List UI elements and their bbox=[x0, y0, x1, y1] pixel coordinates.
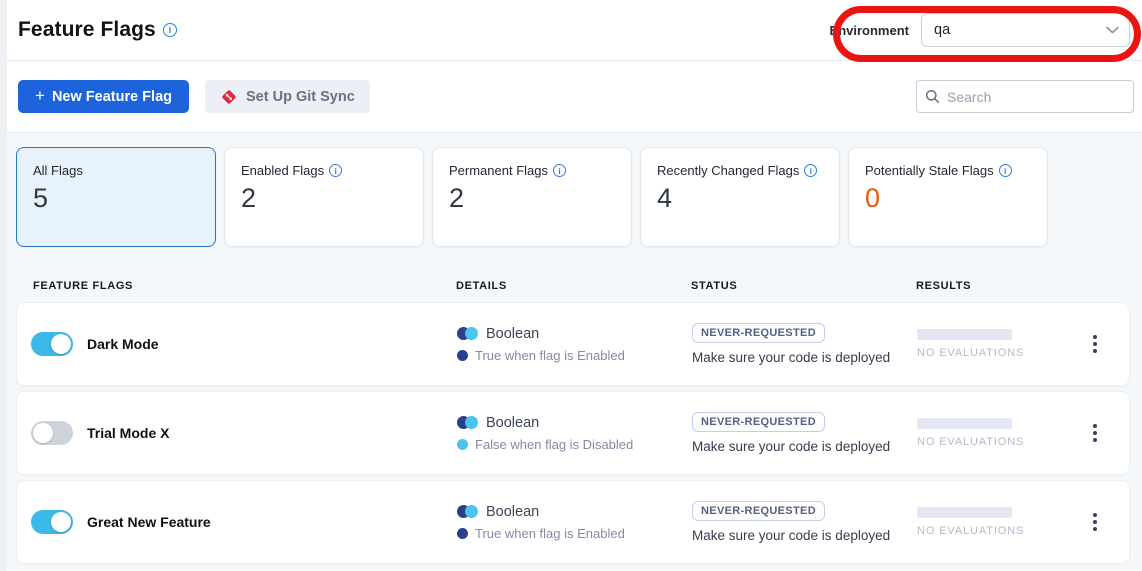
stats-cards-row: All Flags 5 Enabled Flags i 2 Permanent … bbox=[16, 147, 1130, 247]
git-icon bbox=[220, 88, 238, 106]
value-dot-icon bbox=[457, 528, 468, 539]
flag-name[interactable]: Dark Mode bbox=[87, 336, 159, 352]
table-header: FEATURE FLAGS DETAILS STATUS RESULTS bbox=[16, 271, 1130, 302]
chevron-down-icon bbox=[1106, 26, 1119, 34]
info-icon[interactable]: i bbox=[329, 164, 342, 177]
stat-value: 2 bbox=[449, 183, 615, 214]
stat-value: 4 bbox=[657, 183, 823, 214]
stat-label: All Flags bbox=[33, 163, 83, 178]
table-row: Great New Feature Boolean True when flag… bbox=[16, 480, 1130, 564]
stat-value: 2 bbox=[241, 183, 407, 214]
results-bar bbox=[917, 418, 1012, 429]
row-menu-kebab-icon[interactable] bbox=[1082, 418, 1108, 448]
info-icon[interactable]: i bbox=[553, 164, 566, 177]
table-row: Dark Mode Boolean True when flag is Enab… bbox=[16, 302, 1130, 386]
column-header-details: DETAILS bbox=[456, 280, 691, 292]
stat-value: 0 bbox=[865, 183, 1031, 214]
flag-type-label: Boolean bbox=[486, 415, 539, 431]
set-up-git-sync-button[interactable]: Set Up Git Sync bbox=[205, 80, 370, 113]
git-sync-label: Set Up Git Sync bbox=[246, 89, 355, 105]
flag-type-label: Boolean bbox=[486, 504, 539, 520]
stat-card-permanent-flags[interactable]: Permanent Flags i 2 bbox=[432, 147, 632, 247]
flag-toggle[interactable] bbox=[31, 510, 73, 534]
stat-label: Potentially Stale Flags bbox=[865, 163, 994, 178]
column-header-status: STATUS bbox=[691, 280, 916, 292]
stat-card-enabled-flags[interactable]: Enabled Flags i 2 bbox=[224, 147, 424, 247]
info-icon[interactable]: i bbox=[163, 23, 177, 37]
new-feature-flag-label: New Feature Flag bbox=[52, 89, 172, 105]
stat-card-potentially-stale-flags[interactable]: Potentially Stale Flags i 0 bbox=[848, 147, 1048, 247]
row-menu-kebab-icon[interactable] bbox=[1082, 507, 1108, 537]
left-edge-strip bbox=[0, 0, 7, 571]
stat-label: Enabled Flags bbox=[241, 163, 324, 178]
search-box[interactable] bbox=[916, 80, 1134, 113]
info-icon[interactable]: i bbox=[804, 164, 817, 177]
environment-label: Environment bbox=[830, 23, 909, 38]
status-badge: NEVER-REQUESTED bbox=[692, 412, 825, 432]
flag-type-label: Boolean bbox=[486, 326, 539, 342]
results-label: NO EVALUATIONS bbox=[917, 525, 1082, 537]
flag-name[interactable]: Trial Mode X bbox=[87, 425, 169, 441]
info-icon[interactable]: i bbox=[999, 164, 1012, 177]
table-row: Trial Mode X Boolean False when flag is … bbox=[16, 391, 1130, 475]
flag-detail-text: False when flag is Disabled bbox=[475, 437, 633, 452]
boolean-type-icon bbox=[457, 505, 478, 518]
boolean-type-icon bbox=[457, 327, 478, 340]
stat-card-recently-changed-flags[interactable]: Recently Changed Flags i 4 bbox=[640, 147, 840, 247]
status-text: Make sure your code is deployed bbox=[692, 439, 890, 454]
row-menu-kebab-icon[interactable] bbox=[1082, 329, 1108, 359]
plus-icon: + bbox=[35, 86, 45, 106]
column-header-feature-flags: FEATURE FLAGS bbox=[16, 280, 456, 292]
stat-label: Recently Changed Flags bbox=[657, 163, 799, 178]
status-text: Make sure your code is deployed bbox=[692, 350, 890, 365]
boolean-type-icon bbox=[457, 416, 478, 429]
results-bar bbox=[917, 329, 1012, 340]
page-header: Feature Flags i Environment qa bbox=[0, 0, 1142, 61]
column-header-results: RESULTS bbox=[916, 280, 1081, 292]
status-text: Make sure your code is deployed bbox=[692, 528, 890, 543]
flag-toggle[interactable] bbox=[31, 332, 73, 356]
environment-select[interactable]: qa bbox=[921, 13, 1130, 47]
toolbar: + New Feature Flag Set Up Git Sync bbox=[0, 61, 1142, 133]
flag-detail-text: True when flag is Enabled bbox=[475, 348, 625, 363]
results-label: NO EVALUATIONS bbox=[917, 436, 1082, 448]
search-icon bbox=[925, 89, 940, 104]
value-dot-icon bbox=[457, 439, 468, 450]
flag-toggle[interactable] bbox=[31, 421, 73, 445]
flag-name[interactable]: Great New Feature bbox=[87, 514, 211, 530]
search-input[interactable] bbox=[947, 89, 1125, 105]
stat-value: 5 bbox=[33, 183, 199, 214]
results-bar bbox=[917, 507, 1012, 518]
environment-selected-value: qa bbox=[934, 22, 950, 38]
status-badge: NEVER-REQUESTED bbox=[692, 501, 825, 521]
stat-label: Permanent Flags bbox=[449, 163, 548, 178]
stat-card-all-flags[interactable]: All Flags 5 bbox=[16, 147, 216, 247]
flag-detail-text: True when flag is Enabled bbox=[475, 526, 625, 541]
status-badge: NEVER-REQUESTED bbox=[692, 323, 825, 343]
value-dot-icon bbox=[457, 350, 468, 361]
main-content: All Flags 5 Enabled Flags i 2 Permanent … bbox=[0, 133, 1142, 570]
page-title: Feature Flags bbox=[18, 18, 156, 42]
new-feature-flag-button[interactable]: + New Feature Flag bbox=[18, 80, 189, 113]
results-label: NO EVALUATIONS bbox=[917, 347, 1082, 359]
